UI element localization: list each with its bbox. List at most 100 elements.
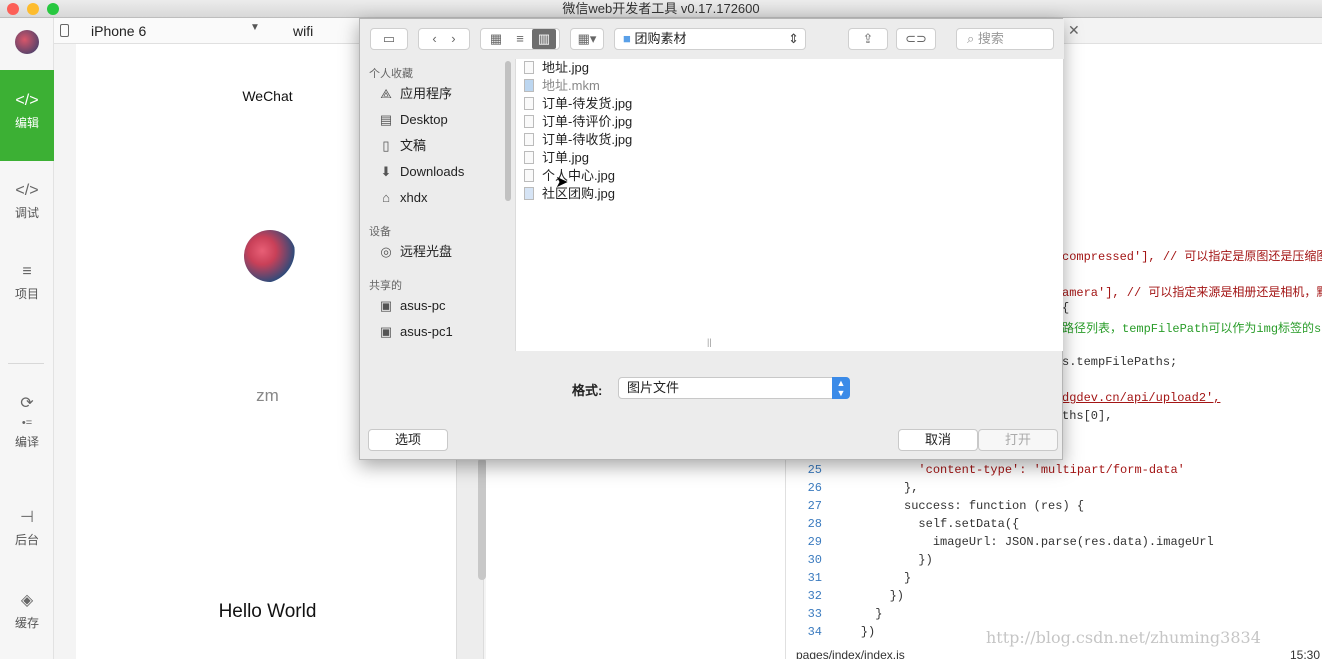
tag-icon: ⊂⊃ — [905, 31, 927, 46]
code-line: 32 }) — [807, 589, 905, 603]
file-item[interactable]: 社区团购.jpg — [524, 185, 615, 203]
sidebar-item-debug[interactable]: </> 调试 — [0, 182, 54, 221]
sidebar-item-label: 缓存 — [14, 616, 39, 630]
image-file-icon — [524, 151, 534, 164]
format-select[interactable]: 图片文件 ▲ ▼ — [618, 377, 850, 399]
applications-icon: ⟁ — [380, 86, 392, 101]
sidebar-item-edit[interactable]: </> 编辑 — [0, 70, 54, 161]
sidebar-item-desktop[interactable]: ▤ Desktop — [376, 109, 448, 131]
code-line: 31 } — [807, 571, 912, 585]
user-avatar[interactable] — [244, 230, 296, 282]
image-file-icon — [524, 97, 534, 110]
close-window-button[interactable] — [7, 3, 19, 15]
device-select[interactable]: iPhone 6 — [91, 23, 146, 39]
title-bar: 微信web开发者工具 v0.17.172600 — [0, 0, 1322, 18]
back-forward-buttons[interactable]: ‹ › — [418, 28, 470, 50]
folder-name: 团购素材 — [634, 31, 687, 46]
sidebar-item-label: 项目 — [14, 287, 39, 301]
code-icon: </> — [15, 92, 39, 109]
watermark: http://blog.csdn.net/zhuming3834 — [986, 628, 1261, 647]
dialog-toolbar: ▭ ‹ › ▦ ≡ ▥ ▦▾ ■ 团购素材 ⇕ ⇪ ⊂⊃ ⌕ 搜索 — [360, 19, 1064, 59]
sidebar-item-cache[interactable]: ◈ 缓存 — [0, 590, 54, 631]
sidebar-toggle-button[interactable]: ▭ — [370, 28, 408, 50]
arrange-button[interactable]: ▦▾ — [570, 28, 604, 50]
sidebar-item-asus-pc[interactable]: ▣ asus-pc — [376, 295, 446, 317]
search-field[interactable]: ⌕ 搜索 — [956, 28, 1054, 50]
file-item[interactable]: 地址.mkm — [524, 77, 600, 95]
code-line: 25 'content-type': 'multipart/form-data' — [807, 463, 1185, 477]
simulator-scrollbar[interactable] — [478, 458, 486, 580]
tag-button[interactable]: ⊂⊃ — [896, 28, 936, 50]
sidebar-item-compile[interactable]: ⟳ •= 编译 — [0, 393, 54, 450]
folder-path-popup[interactable]: ■ 团购素材 ⇕ — [614, 28, 806, 50]
close-icon[interactable]: ✕ — [1068, 22, 1080, 39]
icon-view-icon[interactable]: ▦ — [484, 29, 508, 49]
code-line: 26 }, — [807, 481, 919, 495]
share-icon: ⇪ — [862, 31, 874, 46]
file-item[interactable]: 地址.jpg — [524, 59, 589, 77]
file-item[interactable]: 订单-待评价.jpg — [524, 113, 632, 131]
layers-icon: ◈ — [20, 592, 34, 609]
sidebar-item-asus-pc1[interactable]: ▣ asus-pc1 — [376, 321, 453, 343]
options-button[interactable]: 选项 — [368, 429, 448, 451]
search-placeholder: 搜索 — [977, 31, 1004, 46]
code-fragment: amera'], // 可以指定来源是相册还是相机，默 — [1062, 286, 1322, 300]
shared-header: 共享的 — [369, 280, 402, 292]
column-view-icon[interactable]: ▥ — [532, 29, 556, 49]
sidebar-item-background[interactable]: ⊣ 后台 — [0, 507, 54, 548]
favorites-header: 个人收藏 — [369, 68, 413, 80]
mkm-file-icon — [524, 79, 534, 92]
sidebar-scrollbar[interactable] — [505, 61, 511, 201]
editor-status-bar: pages/index/index.js 15:30 — [786, 648, 1322, 659]
minimize-window-button[interactable] — [27, 3, 39, 15]
format-row: 格式: 图片文件 ▲ ▼ — [360, 375, 1064, 401]
zoom-window-button[interactable] — [47, 3, 59, 15]
updown-icon: ▲ ▼ — [832, 377, 850, 399]
window-title: 微信web开发者工具 v0.17.172600 — [562, 1, 760, 16]
view-mode-switcher[interactable]: ▦ ≡ ▥ — [480, 28, 560, 50]
forward-icon[interactable]: › — [451, 31, 455, 46]
code-line: 33 } — [807, 607, 883, 621]
sidebar-item-applications[interactable]: ⟁ 应用程序 — [376, 83, 452, 105]
document-icon: ▯ — [382, 138, 390, 153]
sidebar-item-label: 后台 — [14, 533, 39, 547]
file-item[interactable]: 订单-待发货.jpg — [524, 95, 632, 113]
open-file-dialog: ▭ ‹ › ▦ ≡ ▥ ▦▾ ■ 团购素材 ⇕ ⇪ ⊂⊃ ⌕ 搜索 个人收藏 ⟁ 应用… — [359, 18, 1064, 460]
code-line: 30 }) — [807, 553, 933, 567]
share-button[interactable]: ⇪ — [848, 28, 888, 50]
column-divider — [515, 59, 516, 351]
code-fragment: s.tempFilePaths; — [1062, 355, 1178, 369]
code-fragment: { — [1062, 301, 1070, 315]
file-path: pages/index/index.js — [796, 648, 905, 659]
file-browser: 地址.jpg 地址.mkm 订单-待发货.jpg 订单-待评价.jpg 订单-待… — [505, 59, 1063, 351]
sidebar-item-remote-disc[interactable]: ◎ 远程光盘 — [376, 241, 452, 263]
sidebar-item-documents[interactable]: ▯ 文稿 — [376, 135, 426, 157]
desktop-icon: ▤ — [379, 112, 393, 127]
devices-header: 设备 — [369, 226, 391, 238]
image-file-icon — [524, 187, 534, 200]
file-item[interactable]: 订单-待收货.jpg — [524, 131, 632, 149]
left-sidebar: </> 编辑 </> 调试 ≡ 项目 ⟳ •= 编译 ⊣ 后台 ◈ 缓存 — [0, 18, 54, 659]
disc-icon: ◎ — [380, 244, 392, 259]
file-item[interactable]: 个人中心.jpg — [524, 167, 615, 185]
sidebar-item-label: 编译 — [14, 435, 39, 449]
chevron-down-icon[interactable]: ▼ — [250, 22, 260, 33]
sidebar-item-project[interactable]: ≡ 项目 — [0, 263, 54, 302]
column-resize-handle[interactable]: || — [707, 337, 712, 347]
sidebar-item-home[interactable]: ⌂ xhdx — [376, 187, 427, 209]
file-tree-pane — [486, 458, 786, 659]
simulator-toolbar: iPhone 6 ▼ wifi — [54, 18, 359, 44]
updown-icon: ⇕ — [788, 31, 799, 46]
computer-icon: ▣ — [379, 324, 393, 339]
list-view-icon[interactable]: ≡ — [508, 29, 532, 49]
back-icon[interactable]: ‹ — [432, 31, 436, 46]
computer-icon: ▣ — [379, 298, 393, 313]
sidebar-item-label: 编辑 — [14, 116, 39, 130]
cancel-button[interactable]: 取消 — [898, 429, 978, 451]
open-button[interactable]: 打开 — [978, 429, 1058, 451]
file-item[interactable]: 订单.jpg — [524, 149, 589, 167]
network-select[interactable]: wifi — [293, 23, 313, 39]
folder-icon: ■ — [623, 31, 631, 46]
avatar[interactable] — [15, 30, 39, 54]
sidebar-item-downloads[interactable]: ⬇ Downloads — [376, 161, 465, 183]
